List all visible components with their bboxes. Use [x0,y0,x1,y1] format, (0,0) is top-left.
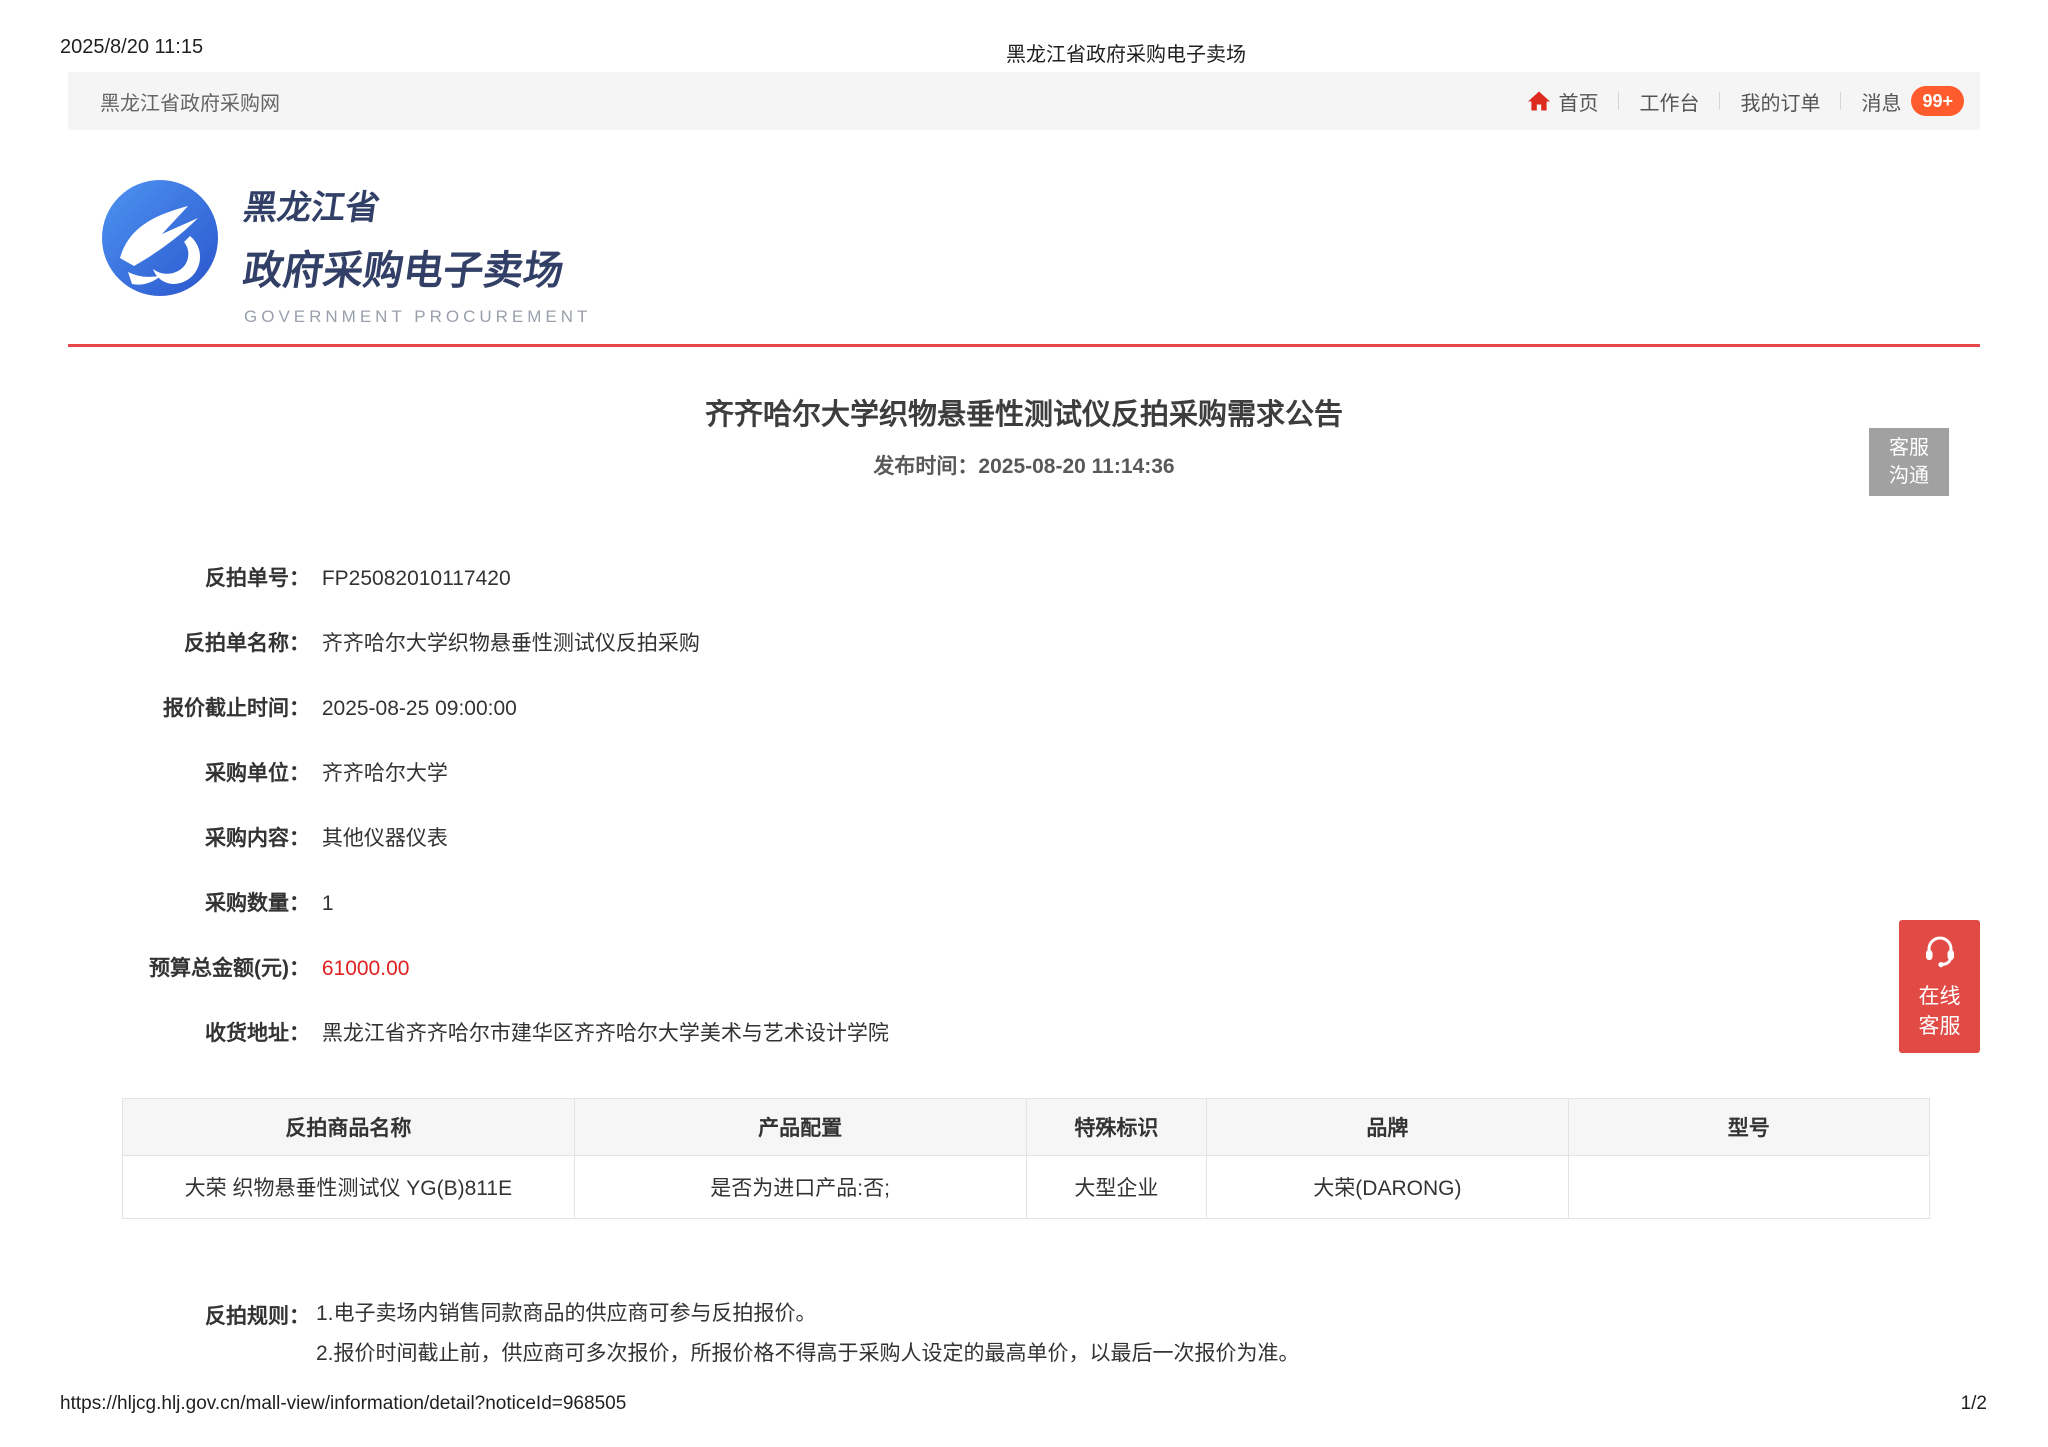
field-row-content: 采购内容： 其他仪器仪表 [0,825,2048,853]
home-icon [1527,89,1551,113]
field-value: 2025-08-25 09:00:00 [321,697,517,720]
nav-separator [1840,92,1842,110]
nav-workbench-label: 工作台 [1639,92,1700,115]
print-doc-title: 黑龙江省政府采购电子卖场 [1006,44,1246,66]
customer-chat-button[interactable]: 客服 沟通 [1869,428,1949,496]
field-row-quote-deadline: 报价截止时间： 2025-08-25 09:00:00 [0,695,2048,723]
cell-model [1567,1155,1931,1219]
nav-home-label: 首页 [1558,92,1599,115]
logo-text: 黑龙江省 政府采购电子卖场 GOVERNMENT PROCUREMENT [240,178,592,327]
logo-dragon-icon [100,178,220,327]
nav-item-messages[interactable]: 消息 [1861,87,1901,116]
rules-label: 反拍规则： [205,1305,310,1328]
cell-product-name: 大荣 织物悬垂性测试仪 YG(B)811E [122,1155,575,1219]
logo-subtitle: GOVERNMENT PROCUREMENT [244,307,592,326]
col-header-model: 型号 [1567,1098,1931,1156]
field-row-order-name: 反拍单名称： 齐齐哈尔大学织物悬垂性测试仪反拍采购 [0,630,2048,658]
field-label: 收货地址： [205,1022,310,1045]
nav-item-workbench[interactable]: 工作台 [1639,87,1699,116]
logo-line1: 黑龙江省 [240,189,383,227]
field-label: 报价截止时间： [163,697,310,720]
field-value: 其他仪器仪表 [321,827,448,850]
field-label: 采购单位： [205,762,310,785]
col-header-product-name: 反拍商品名称 [122,1098,575,1156]
chat-button-line1: 客服 [1889,437,1929,459]
publish-time-line: 发布时间：2025-08-20 11:14:36 [0,450,2048,480]
rules-line-2: 2.报价时间截止前，供应商可多次报价，所报价格不得高于采购人设定的最高单价，以最… [316,1342,1300,1365]
nav-menu: 首页 工作台 我的订单 消息 99+ [1527,86,1964,116]
rules-line-1: 1.电子卖场内销售同款商品的供应商可参与反拍报价。 [316,1302,817,1325]
nav-separator [1618,92,1620,110]
online-service-line1: 在线 [1918,985,1961,1008]
field-label: 采购数量： [205,892,310,915]
field-row-purchaser: 采购单位： 齐齐哈尔大学 [0,760,2048,788]
rules-content: 1.电子卖场内销售同款商品的供应商可参与反拍报价。 2.报价时间截止前，供应商可… [316,1300,1300,1380]
field-value: 齐齐哈尔大学织物悬垂性测试仪反拍采购 [321,632,700,655]
headset-icon [1921,931,1959,974]
field-row-order-no: 反拍单号： FP25082010117420 [0,565,2048,593]
nav-orders-label: 我的订单 [1740,92,1821,115]
logo-line2: 政府采购电子卖场 [240,249,567,293]
field-row-budget: 预算总金额(元)： 61000.00 [0,955,2048,983]
field-label: 反拍单名称： [184,632,310,655]
publish-time-value: 2025-08-20 11:14:36 [978,455,1175,478]
field-label: 反拍单号： [205,567,310,590]
nav-separator [1719,92,1721,110]
cell-special-mark: 大型企业 [1025,1155,1208,1219]
field-row-address: 收货地址： 黑龙江省齐齐哈尔市建华区齐齐哈尔大学美术与艺术设计学院 [0,1020,2048,1048]
online-service-line2: 客服 [1918,1015,1961,1038]
print-footer-page: 1/2 [1960,1393,1987,1414]
cell-brand: 大荣(DARONG) [1206,1155,1569,1219]
field-value: FP25082010117420 [321,567,511,590]
nav-item-orders[interactable]: 我的订单 [1740,87,1820,116]
table-row: 大荣 织物悬垂性测试仪 YG(B)811E 是否为进口产品:否; 大型企业 大荣… [122,1155,1931,1219]
chat-button-line2: 沟通 [1889,465,1929,487]
col-header-brand: 品牌 [1206,1098,1569,1156]
cell-configuration: 是否为进口产品:否; [573,1155,1027,1219]
message-count-badge[interactable]: 99+ [1911,86,1964,116]
col-header-special-mark: 特殊标识 [1025,1098,1208,1156]
notice-title: 齐齐哈尔大学织物悬垂性测试仪反拍采购需求公告 [704,399,1343,431]
online-service-button[interactable]: 在线 客服 [1899,920,1980,1053]
print-datetime: 2025/8/20 11:15 [60,36,204,58]
field-value: 黑龙江省齐齐哈尔市建华区齐齐哈尔大学美术与艺术设计学院 [321,1022,889,1045]
nav-messages-label: 消息 [1861,92,1902,115]
field-label: 预算总金额(元)： [149,957,310,980]
col-header-configuration: 产品配置 [573,1098,1027,1156]
print-footer-url: https://hljcg.hlj.gov.cn/mall-view/infor… [60,1393,627,1414]
red-divider [68,344,1980,347]
top-navbar: 黑龙江省政府采购网 首页 工作台 我的订单 消息 99+ [68,72,1980,130]
auction-rules: 反拍规则： 1.电子卖场内销售同款商品的供应商可参与反拍报价。 2.报价时间截止… [0,1300,1300,1380]
notice-fields: 反拍单号： FP25082010117420 反拍单名称： 齐齐哈尔大学织物悬垂… [0,565,2048,1085]
publish-time-label: 发布时间： [873,455,979,478]
field-value: 1 [321,892,334,915]
field-label: 采购内容： [205,827,310,850]
product-table: 反拍商品名称 产品配置 特殊标识 品牌 型号 大荣 织物悬垂性测试仪 YG(B)… [122,1098,1931,1219]
site-logo[interactable]: 黑龙江省 政府采购电子卖场 GOVERNMENT PROCUREMENT [100,178,591,327]
nav-item-home[interactable]: 首页 [1527,87,1598,116]
site-name-link[interactable]: 黑龙江省政府采购网 [100,87,280,116]
field-row-quantity: 采购数量： 1 [0,890,2048,918]
field-value: 齐齐哈尔大学 [321,762,448,785]
table-header-row: 反拍商品名称 产品配置 特殊标识 品牌 型号 [122,1098,1931,1156]
budget-amount: 61000.00 [321,957,410,980]
